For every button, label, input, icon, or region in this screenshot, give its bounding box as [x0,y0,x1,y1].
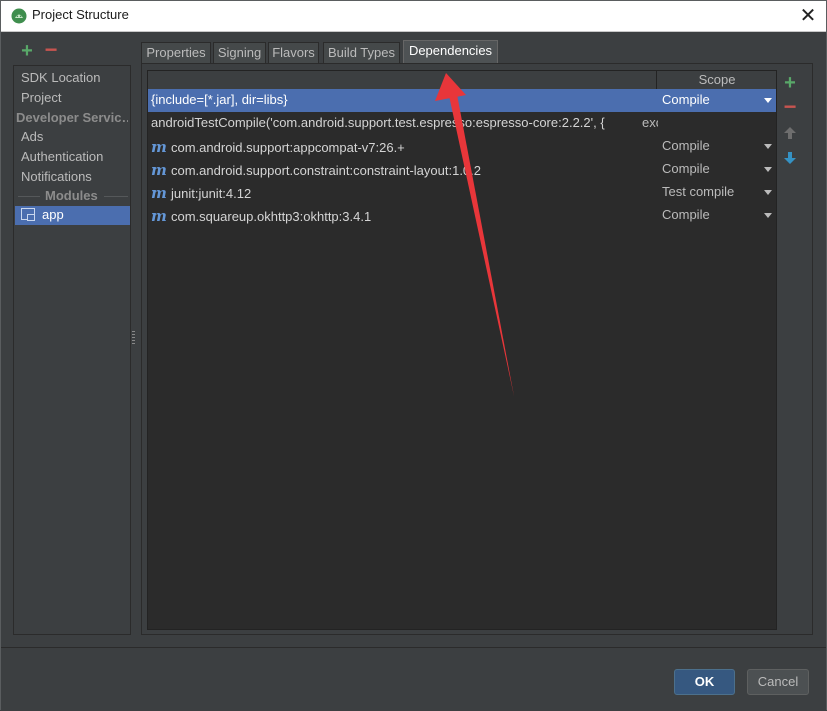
sidebar-item-project[interactable]: Project [21,90,61,105]
chevron-down-icon[interactable] [764,213,772,218]
cancel-button[interactable]: Cancel [747,669,809,695]
maven-library-icon: m [151,207,167,225]
chevron-down-icon[interactable] [764,190,772,195]
table-row[interactable]: m junit:junit:4.12 Test compile [148,181,776,204]
developer-services-header: Developer Servic… [16,110,128,125]
dependency-item: m com.squareup.okhttp3:okhttp:3.4.1 [151,207,371,225]
dependency-name: {include=[*.jar], dir=libs} [151,92,288,107]
chevron-down-icon[interactable] [764,167,772,172]
dependency-item: m com.android.support:appcompat-v7:26.+ [151,138,405,156]
move-up-icon[interactable] [783,126,797,140]
dependencies-table: Scope {include=[*.jar], dir=libs} Compil… [147,70,777,630]
sidebar-item-label: app [42,207,64,222]
title-bar: Project Structure ✕ [1,1,826,32]
dependency-scope: exclude [642,115,658,130]
tab-signing[interactable]: Signing [213,42,266,64]
dependency-name: com.android.support:appcompat-v7:26.+ [171,140,405,155]
add-icon[interactable]: + [19,41,35,61]
ok-button[interactable]: OK [674,669,735,695]
table-row[interactable]: m com.squareup.okhttp3:okhttp:3.4.1 Compi… [148,204,776,227]
sidebar-item-ads[interactable]: Ads [21,129,43,144]
table-row[interactable]: m com.android.support:appcompat-v7:26.+ C… [148,135,776,158]
sidebar-item-notifications[interactable]: Notifications [21,169,92,184]
chevron-down-icon[interactable] [764,144,772,149]
dependency-scope[interactable]: Compile [662,207,710,222]
dependency-item: m junit:junit:4.12 [151,184,251,202]
modules-header: Modules [45,188,98,203]
dependency-scope[interactable]: Test compile [662,184,734,199]
dependency-scope[interactable]: Compile [662,92,710,107]
dependency-scope[interactable]: Compile [662,161,710,176]
column-header-scope[interactable]: Scope [656,71,776,89]
android-studio-icon [11,8,27,24]
remove-icon[interactable]: − [43,39,59,61]
maven-library-icon: m [151,138,167,156]
remove-dependency-icon[interactable]: − [782,96,798,118]
table-row[interactable]: m com.android.support.constraint:constrai… [148,158,776,181]
tab-dependencies[interactable]: Dependencies [403,40,498,64]
sidebar-item-app[interactable]: app [15,206,130,225]
tab-build-types[interactable]: Build Types [323,42,400,64]
sidebar: SDK Location Project Developer Servic… A… [13,65,131,635]
move-down-icon[interactable] [783,151,797,165]
maven-library-icon: m [151,184,167,202]
project-structure-dialog: Project Structure ✕ + − SDK Location Pro… [0,0,827,711]
sidebar-item-authentication[interactable]: Authentication [21,149,103,164]
dependency-name: androidTestCompile('com.android.support.… [151,115,605,130]
tab-properties[interactable]: Properties [141,42,211,64]
module-folder-icon [21,208,35,221]
chevron-down-icon[interactable] [764,98,772,103]
window-title: Project Structure [32,7,129,22]
table-row[interactable]: androidTestCompile('com.android.support.… [148,112,776,135]
divider [18,196,40,197]
close-button[interactable]: ✕ [795,4,821,28]
dependency-name: junit:junit:4.12 [171,186,252,201]
dialog-footer: OK Cancel [1,647,826,711]
dependency-item: m com.android.support.constraint:constrai… [151,161,481,179]
sidebar-toolbar: + − [13,39,133,63]
maven-library-icon: m [151,161,167,179]
dependency-name: com.android.support.constraint:constrain… [171,163,482,178]
table-header: Scope [148,71,776,90]
divider [104,196,128,197]
sidebar-item-sdk-location[interactable]: SDK Location [21,70,101,85]
add-dependency-icon[interactable]: + [782,73,798,93]
dependency-scope[interactable]: Compile [662,138,710,153]
dependency-name: com.squareup.okhttp3:okhttp:3.4.1 [171,209,372,224]
splitter-handle[interactable] [132,331,135,345]
tab-flavors[interactable]: Flavors [268,42,319,64]
table-row[interactable]: {include=[*.jar], dir=libs} Compile [148,89,776,112]
